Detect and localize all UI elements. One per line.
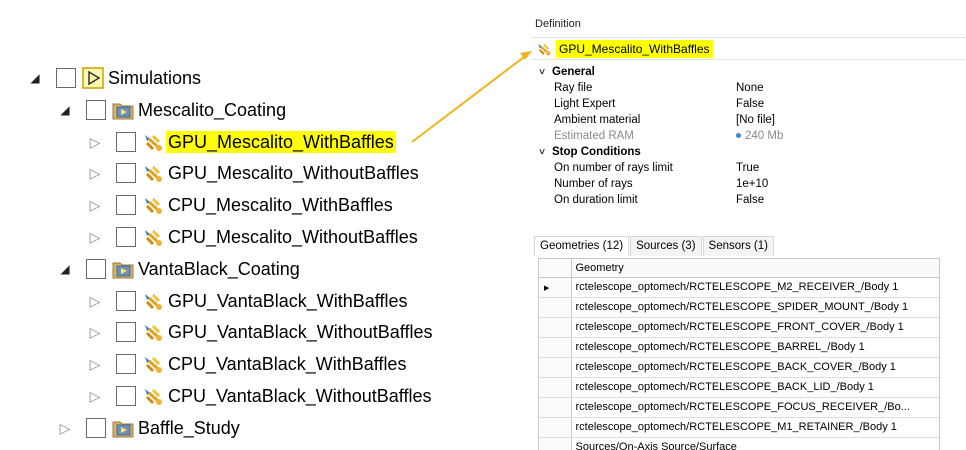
table-row[interactable]: rctelescope_optomech/RCTELESCOPE_BARREL_… <box>539 337 939 358</box>
table-row[interactable]: rctelescope_optomech/RCTELESCOPE_SPIDER_… <box>539 297 939 318</box>
geometry-cell[interactable]: rctelescope_optomech/RCTELESCOPE_BACK_CO… <box>571 357 939 378</box>
table-row[interactable]: rctelescope_optomech/RCTELESCOPE_BACK_CO… <box>539 357 939 378</box>
geometry-cell[interactable]: rctelescope_optomech/RCTELESCOPE_M2_RECE… <box>571 277 939 298</box>
row-header[interactable] <box>539 317 572 338</box>
property-category[interactable]: ˅ General <box>532 64 966 80</box>
details-tabs: Geometries (12) Sources (3) Sensors (1) <box>534 236 775 256</box>
table-row[interactable]: rctelescope_optomech/RCTELESCOPE_BACK_LI… <box>539 377 939 398</box>
tab-sensors[interactable]: Sensors (1) <box>702 236 774 256</box>
table-row[interactable]: rctelescope_optomech/RCTELESCOPE_M1_RETA… <box>539 417 939 438</box>
geometry-cell[interactable]: Sources/On-Axis Source/Surface <box>571 437 939 450</box>
property-row[interactable]: Ambient material [No file] <box>532 112 966 128</box>
row-header[interactable] <box>539 397 572 418</box>
category-label: Stop Conditions <box>552 146 641 158</box>
row-header[interactable]: ▶ <box>539 277 572 298</box>
property-row[interactable]: Number of rays 1e+10 <box>532 176 966 192</box>
property-row[interactable]: Estimated RAM 240 Mb <box>532 128 966 144</box>
geometry-table: Geometry ▶ rctelescope_optomech/RCTELESCO… <box>538 258 940 450</box>
definition-title: Definition <box>535 18 581 30</box>
row-header[interactable] <box>539 437 572 450</box>
geometry-cell[interactable]: rctelescope_optomech/RCTELESCOPE_BACK_LI… <box>571 377 939 398</box>
table-row[interactable]: ▶ rctelescope_optomech/RCTELESCOPE_M2_REC… <box>539 277 939 298</box>
row-header[interactable] <box>539 377 572 398</box>
property-name: On number of rays limit <box>554 162 673 174</box>
property-row[interactable]: Light Expert False <box>532 96 966 112</box>
current-row-icon: ▶ <box>544 285 550 292</box>
info-icon <box>736 133 741 139</box>
property-name: Ray file <box>554 82 593 94</box>
property-row[interactable]: On number of rays limit True <box>532 160 966 176</box>
property-value[interactable]: None <box>736 82 764 94</box>
category-label: General <box>552 66 595 78</box>
row-header[interactable] <box>539 357 572 378</box>
geometry-cell[interactable]: rctelescope_optomech/RCTELESCOPE_M1_RETA… <box>571 417 939 438</box>
property-name: On duration limit <box>554 194 638 206</box>
table-row[interactable]: rctelescope_optomech/RCTELESCOPE_FOCUS_R… <box>539 397 939 418</box>
property-value[interactable]: [No file] <box>736 114 775 126</box>
property-category[interactable]: ˅ Stop Conditions <box>532 144 966 160</box>
property-row[interactable]: Ray file None <box>532 80 966 96</box>
simulation-icon <box>536 41 552 57</box>
chevron-down-icon[interactable]: ˅ <box>532 67 552 78</box>
property-grid: ˅ General Ray file None Light Expert False Amb… <box>532 64 966 208</box>
row-header[interactable] <box>539 337 572 358</box>
property-row[interactable]: On duration limit False <box>532 192 966 208</box>
table-row[interactable]: rctelescope_optomech/RCTELESCOPE_FRONT_C… <box>539 317 939 338</box>
geometry-cell[interactable]: rctelescope_optomech/RCTELESCOPE_FOCUS_R… <box>571 397 939 418</box>
table-row[interactable]: Sources/On-Axis Source/Surface <box>539 437 939 450</box>
property-name: Ambient material <box>554 114 641 126</box>
geometry-cell[interactable]: rctelescope_optomech/RCTELESCOPE_SPIDER_… <box>571 297 939 318</box>
geometry-cell[interactable]: rctelescope_optomech/RCTELESCOPE_FRONT_C… <box>571 317 939 338</box>
row-header-corner <box>539 259 572 278</box>
property-value[interactable]: 240 Mb <box>736 130 783 142</box>
property-value[interactable]: True <box>736 162 759 174</box>
tab-geometries[interactable]: Geometries (12) <box>534 236 630 256</box>
geometry-cell[interactable]: rctelescope_optomech/RCTELESCOPE_BARREL_… <box>571 337 939 358</box>
geometry-column-header[interactable]: Geometry <box>571 259 939 278</box>
row-header[interactable] <box>539 297 572 318</box>
chevron-down-icon[interactable]: ˅ <box>532 147 552 158</box>
tab-sources[interactable]: Sources (3) <box>630 236 702 256</box>
property-value[interactable]: 1e+10 <box>736 178 768 190</box>
property-name: Light Expert <box>554 98 616 110</box>
property-name: Estimated RAM <box>554 130 634 142</box>
property-value[interactable]: False <box>736 98 764 110</box>
property-name: Number of rays <box>554 178 633 190</box>
definition-header: GPU_Mescalito_WithBaffles <box>532 37 966 60</box>
row-header[interactable] <box>539 417 572 438</box>
definition-selected-name: GPU_Mescalito_WithBaffles <box>556 39 713 58</box>
property-value[interactable]: False <box>736 194 764 206</box>
table-header-row: Geometry <box>539 259 939 278</box>
